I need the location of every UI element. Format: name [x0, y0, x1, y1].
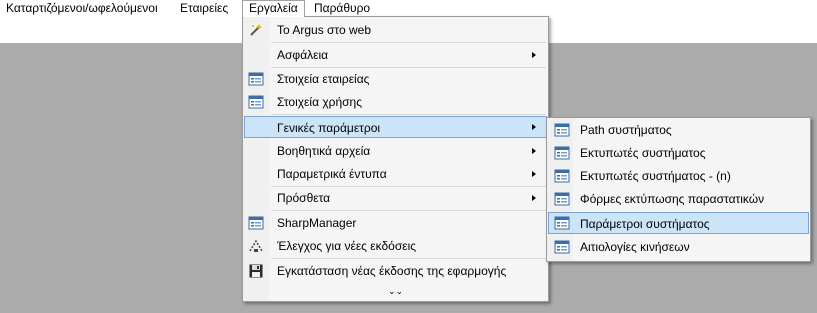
submenu-item-system-parameters[interactable]: Παράμετροι συστήματος: [548, 212, 809, 234]
menu-trainees[interactable]: Καταρτιζόμενοι/ωφελούμενοι: [0, 0, 164, 17]
submenu-arrow-icon: [532, 52, 536, 58]
expand-menu-chevron-icon[interactable]: ⌄⌄: [243, 285, 548, 297]
submenu-arrow-icon: [532, 171, 536, 177]
update-check-icon: [248, 238, 264, 254]
menu-item-label: Path συστήματος: [580, 123, 672, 137]
menu-item-label: Αιτιολογίες κινήσεων: [580, 240, 690, 254]
menu-item-company-details[interactable]: Στοιχεία εταιρείας: [244, 68, 547, 90]
menu-item-argus-web[interactable]: To Argus στο web: [244, 19, 547, 41]
menu-item-label: Ασφάλεια: [277, 48, 329, 62]
form-icon: [248, 215, 264, 231]
form-icon: [554, 145, 570, 161]
menu-item-label: Φόρμες εκτύπωσης παραστατικών: [580, 192, 765, 206]
menu-item-label: Παράμετροι συστήματος: [580, 217, 710, 231]
menu-item-label: To Argus στο web: [277, 23, 372, 37]
menu-item-label: Στοιχεία εταιρείας: [277, 72, 370, 86]
submenu-item-system-path[interactable]: Path συστήματος: [548, 119, 809, 141]
menu-window[interactable]: Παράθυρο: [308, 0, 376, 17]
menu-item-security[interactable]: Ασφάλεια: [244, 44, 547, 66]
floppy-disk-icon: [248, 263, 264, 279]
submenu-arrow-icon: [532, 195, 536, 201]
form-icon: [554, 215, 570, 231]
submenu-item-system-printers[interactable]: Εκτυπωτές συστήματος: [548, 142, 809, 164]
menu-item-label: Γενικές παράμετροι: [277, 121, 381, 135]
submenu-arrow-icon: [532, 148, 536, 154]
submenu-arrow-icon: [532, 124, 536, 130]
form-icon: [554, 122, 570, 138]
menu-separator: [271, 114, 546, 115]
menu-separator: [271, 210, 546, 211]
menu-companies[interactable]: Εταιρείες: [174, 0, 234, 17]
menu-item-label: Έλεγχος για νέες εκδόσεις: [277, 239, 417, 253]
wand-icon: [248, 22, 264, 38]
tools-menu: To Argus στο web Ασφάλεια Στοιχεία εταιρ…: [242, 16, 549, 302]
menu-item-check-updates[interactable]: Έλεγχος για νέες εκδόσεις: [244, 235, 547, 257]
menu-item-label: Εκτυπωτές συστήματος: [580, 146, 706, 160]
menu-item-label: Εκτυπωτές συστήματος - (n): [580, 169, 731, 183]
menu-item-install-new-version[interactable]: Εγκατάσταση νέας έκδοσης της εφαρμογής: [244, 260, 547, 282]
menu-item-label: SharpManager: [277, 216, 357, 230]
menu-item-label: Πρόσθετα: [277, 191, 331, 205]
form-icon: [248, 94, 264, 110]
form-icon: [554, 168, 570, 184]
form-icon: [554, 239, 570, 255]
menu-item-general-parameters[interactable]: Γενικές παράμετροι: [244, 116, 547, 138]
submenu-item-movement-reasons[interactable]: Αιτιολογίες κινήσεων: [548, 236, 809, 258]
form-icon: [248, 71, 264, 87]
menu-separator: [271, 258, 546, 259]
menu-item-auxiliary-files[interactable]: Βοηθητικά αρχεία: [244, 140, 547, 162]
menu-item-label: Παραμετρικά έντυπα: [277, 167, 387, 181]
submenu-item-print-forms[interactable]: Φόρμες εκτύπωσης παραστατικών: [548, 188, 809, 210]
menu-item-parametric-forms[interactable]: Παραμετρικά έντυπα: [244, 163, 547, 185]
menu-item-label: Βοηθητικά αρχεία: [277, 144, 371, 158]
menu-item-label: Στοιχεία χρήσης: [277, 95, 363, 109]
menu-item-sharpmanager[interactable]: SharpManager: [244, 212, 547, 234]
menu-tools[interactable]: Εργαλεία: [242, 0, 305, 17]
menu-item-label: Εγκατάσταση νέας έκδοσης της εφαρμογής: [277, 264, 507, 278]
form-icon: [554, 191, 570, 207]
general-parameters-submenu: Path συστήματος Εκτυπωτές συστήματος Εκτ…: [546, 117, 811, 262]
menu-item-usage-details[interactable]: Στοιχεία χρήσης: [244, 91, 547, 113]
menu-separator: [271, 42, 546, 43]
submenu-item-system-printers-n[interactable]: Εκτυπωτές συστήματος - (n): [548, 165, 809, 187]
menu-item-addons[interactable]: Πρόσθετα: [244, 187, 547, 209]
